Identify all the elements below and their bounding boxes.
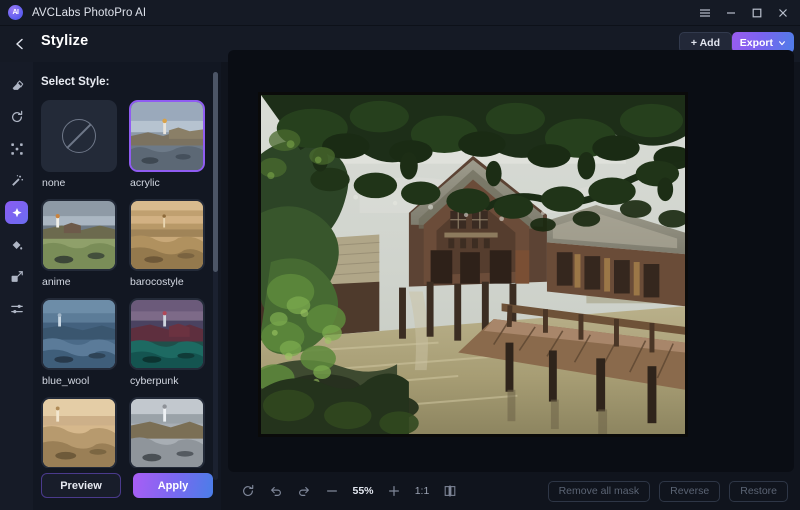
- page-title: Stylize: [41, 33, 89, 49]
- thumbnail-art-8: [131, 399, 203, 467]
- minimize-icon[interactable]: [718, 1, 744, 25]
- app-title: AVCLabs PhotoPro AI: [32, 6, 147, 19]
- preview-button-label: Preview: [60, 479, 102, 492]
- restore-button[interactable]: Restore: [729, 480, 788, 502]
- thumbnail-art-acrylic: [131, 102, 203, 170]
- close-icon[interactable]: [770, 1, 796, 25]
- redo-icon[interactable]: [290, 480, 318, 502]
- refresh-tool-icon[interactable]: [5, 105, 28, 128]
- no-style-icon: [43, 102, 115, 170]
- style-label: anime: [42, 276, 71, 288]
- restore-label: Restore: [740, 485, 777, 497]
- title-bar: AI AVCLabs PhotoPro AI: [0, 0, 800, 26]
- thumbnail-art-cyberpunk: [131, 300, 203, 368]
- style-cell-7[interactable]: [41, 397, 117, 468]
- reset-icon[interactable]: [234, 480, 262, 502]
- style-thumbnail-acrylic[interactable]: [129, 100, 205, 172]
- thumbnail-art-anime: [43, 201, 115, 269]
- style-cell-blue-wool[interactable]: blue_wool: [41, 298, 117, 387]
- style-label: barocostyle: [130, 276, 184, 288]
- style-cell-acrylic[interactable]: acrylic: [129, 100, 205, 189]
- add-button-label: + Add: [690, 36, 720, 49]
- style-cell-cyberpunk[interactable]: cyberpunk: [129, 298, 205, 387]
- stylize-tool-icon[interactable]: [5, 201, 28, 224]
- style-thumbnail-cyberpunk[interactable]: [129, 298, 205, 370]
- style-thumbnail-8[interactable]: [129, 397, 205, 468]
- paint-bucket-tool-icon[interactable]: [5, 233, 28, 256]
- style-scroll-area: none acrylic anime barocostyle blue_wool…: [33, 96, 221, 468]
- chevron-down-icon: [779, 40, 785, 45]
- artwork-render: [261, 95, 685, 434]
- app-logo-icon: AI: [8, 5, 23, 20]
- preview-button[interactable]: Preview: [41, 473, 121, 498]
- style-cell-none[interactable]: none: [41, 100, 117, 189]
- style-action-row: Preview Apply: [41, 473, 213, 498]
- style-label: acrylic: [130, 177, 160, 189]
- magic-wand-tool-icon[interactable]: [5, 169, 28, 192]
- style-thumbnail-anime[interactable]: [41, 199, 117, 271]
- remove-all-mask-button[interactable]: Remove all mask: [547, 480, 651, 502]
- style-grid: none acrylic anime barocostyle blue_wool…: [33, 96, 221, 468]
- maximize-icon[interactable]: [744, 1, 770, 25]
- apply-button-label: Apply: [157, 479, 189, 492]
- style-cell-8[interactable]: [129, 397, 205, 468]
- style-panel-scrollbar[interactable]: [213, 72, 218, 480]
- compare-split-icon[interactable]: [436, 480, 464, 502]
- undo-icon[interactable]: [262, 480, 290, 502]
- zoom-level-value[interactable]: 55%: [346, 485, 380, 497]
- resize-tool-icon[interactable]: [5, 265, 28, 288]
- stylized-image[interactable]: [258, 92, 688, 437]
- eraser-tool-icon[interactable]: [5, 73, 28, 96]
- style-thumbnail-blue-wool[interactable]: [41, 298, 117, 370]
- select-style-label: Select Style:: [41, 76, 110, 88]
- style-cell-anime[interactable]: anime: [41, 199, 117, 288]
- canvas-area[interactable]: [228, 50, 794, 472]
- reverse-button[interactable]: Reverse: [659, 480, 721, 502]
- style-panel: Select Style: none acrylic anime barocos…: [33, 62, 221, 510]
- scrollbar-thumb[interactable]: [213, 72, 218, 272]
- zoom-out-button[interactable]: [318, 480, 346, 502]
- zoom-in-button[interactable]: [380, 480, 408, 502]
- fit-ratio-button[interactable]: 1:1: [408, 485, 436, 497]
- adjustments-tool-icon[interactable]: [5, 297, 28, 320]
- reverse-label: Reverse: [670, 485, 710, 497]
- canvas-controls: 55% 1:1: [228, 480, 464, 502]
- bottom-toolbar: 55% 1:1 Remove all mask Reverse Restore: [228, 476, 794, 506]
- style-label: cyberpunk: [130, 375, 179, 387]
- style-thumbnail-barocostyle[interactable]: [129, 199, 205, 271]
- hamburger-menu-icon[interactable]: [692, 1, 718, 25]
- expand-tool-icon[interactable]: [5, 137, 28, 160]
- window-controls: [692, 1, 800, 25]
- style-label: blue_wool: [42, 375, 90, 387]
- style-thumbnail-7[interactable]: [41, 397, 117, 468]
- apply-button[interactable]: Apply: [133, 473, 213, 498]
- remove-all-mask-label: Remove all mask: [558, 485, 640, 497]
- style-thumbnail-none[interactable]: [41, 100, 117, 172]
- tool-rail: [0, 62, 33, 510]
- export-button-label: Export: [739, 36, 773, 49]
- style-cell-barocostyle[interactable]: barocostyle: [129, 199, 205, 288]
- app-logo-text: AI: [12, 9, 20, 16]
- style-label: none: [42, 177, 66, 189]
- thumbnail-art-barocostyle: [131, 201, 203, 269]
- thumbnail-art-blue-wool: [43, 300, 115, 368]
- mask-controls: Remove all mask Reverse Restore: [547, 480, 794, 502]
- thumbnail-art-7: [43, 399, 115, 467]
- chevron-left-icon[interactable]: [11, 35, 29, 53]
